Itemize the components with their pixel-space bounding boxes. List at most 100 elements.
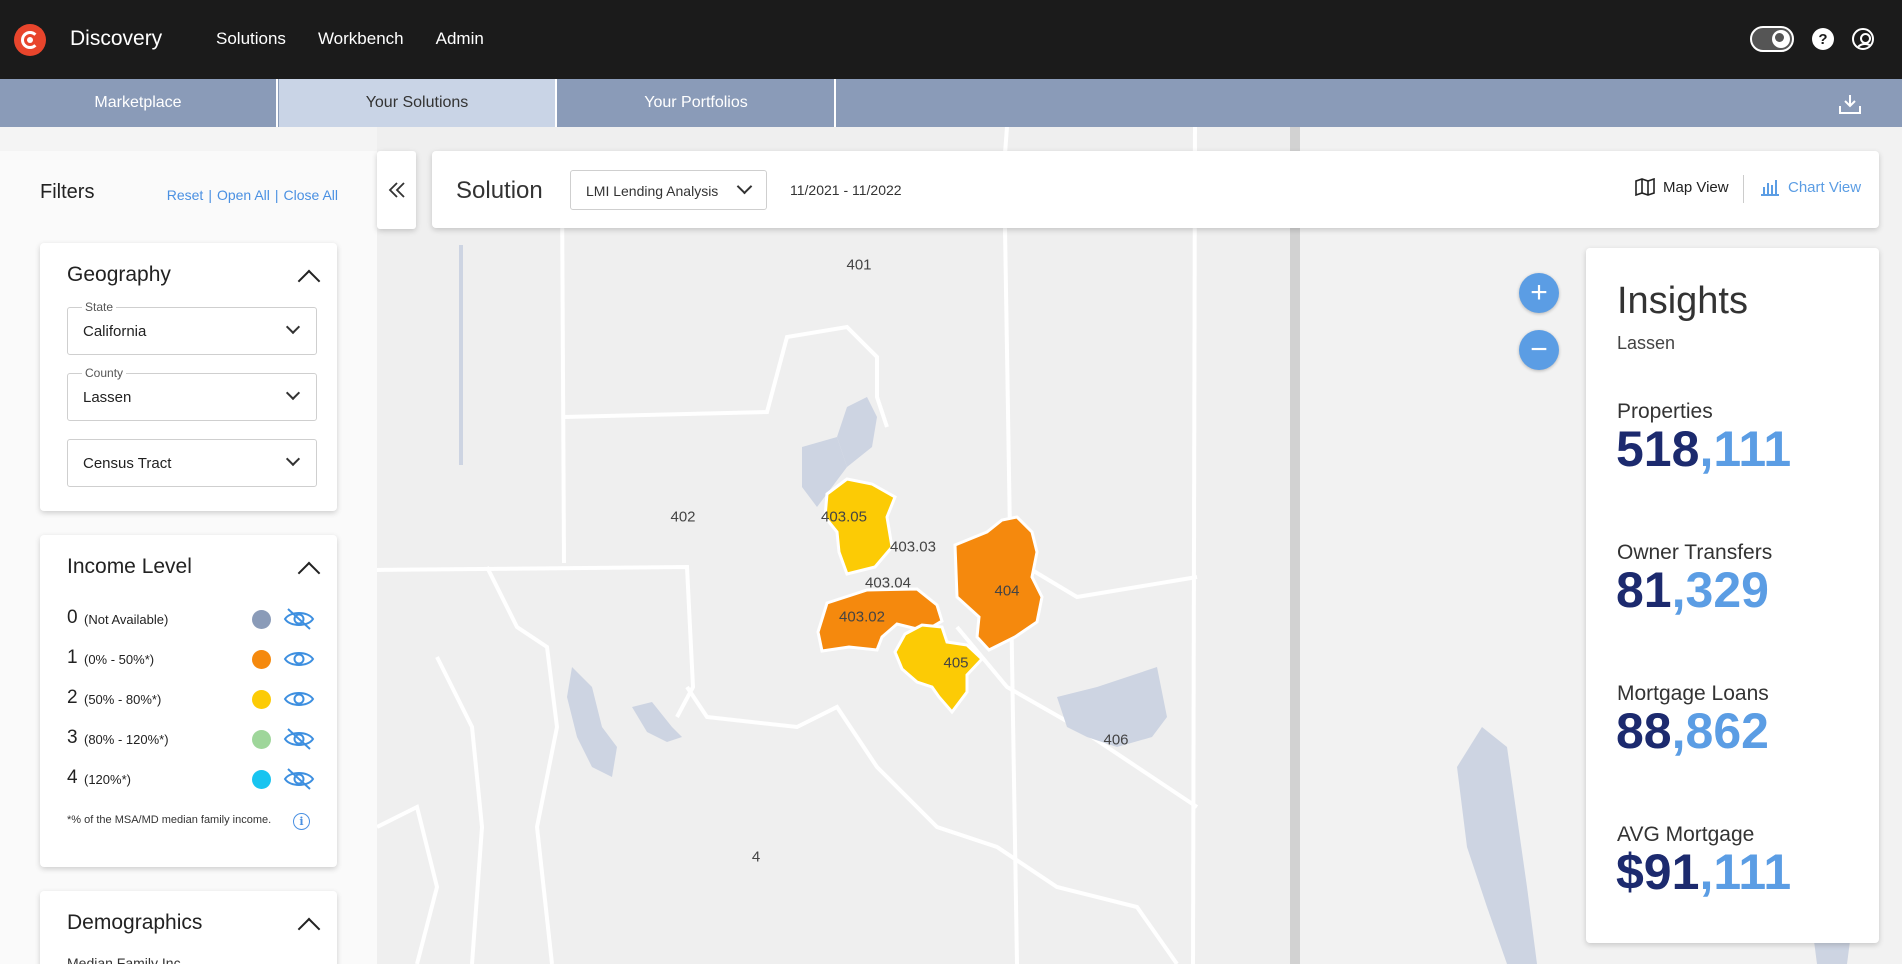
solution-value: LMI Lending Analysis [586, 183, 719, 199]
download-icon[interactable] [1838, 93, 1862, 115]
income-level-number: 0 [67, 607, 78, 628]
median-family-income-label: Median Family Inc... [67, 955, 193, 964]
link-separator: | [274, 187, 279, 203]
filters-actions: Reset | Open All | Close All [167, 187, 338, 203]
map-view-button[interactable]: Map View [1635, 178, 1729, 196]
solution-select[interactable]: LMI Lending Analysis [570, 170, 767, 210]
county-label: County [82, 366, 127, 380]
view-divider [1743, 175, 1744, 203]
income-level-number: 3 [67, 727, 78, 748]
eye-icon[interactable] [283, 687, 315, 711]
income-level-range: (120%*) [84, 772, 131, 787]
eye-off-icon[interactable] [283, 607, 315, 631]
tab-your-portfolios[interactable]: Your Portfolios [558, 79, 836, 127]
metric-value-owner-transfers: 81,329 [1616, 562, 1769, 618]
double-chevron-left-icon [388, 182, 405, 198]
link-separator: | [208, 187, 212, 203]
chevron-up-icon[interactable] [297, 269, 321, 293]
reset-link[interactable]: Reset [167, 187, 204, 203]
filters-title: Filters [40, 181, 95, 203]
income-level-number: 4 [67, 767, 78, 788]
dark-mode-toggle[interactable] [1750, 26, 1794, 52]
county-select[interactable]: County Lassen [67, 366, 317, 421]
state-value: California [83, 323, 147, 340]
state-select[interactable]: State California [67, 300, 317, 355]
demographics-title: Demographics [67, 911, 203, 934]
geography-title: Geography [67, 263, 171, 286]
income-color-dot [252, 770, 271, 789]
eye-off-icon[interactable] [283, 767, 315, 791]
tract-label: 402 [670, 508, 696, 526]
tract-label: 403.05 [821, 508, 867, 526]
census-tract-select[interactable]: Census Tract [67, 439, 317, 487]
zoom-out-button[interactable]: − [1519, 330, 1559, 370]
map-view-label: Map View [1663, 178, 1729, 196]
chevron-up-icon[interactable] [297, 917, 321, 941]
tract-label: 403.02 [839, 608, 885, 626]
open-all-link[interactable]: Open All [217, 187, 270, 203]
income-level-range: (0% - 50%*) [84, 652, 155, 667]
nav-solutions[interactable]: Solutions [216, 29, 286, 49]
geography-card: Geography State California County Lassen… [40, 243, 337, 511]
app-logo-icon[interactable] [14, 24, 46, 56]
demographics-card: Demographics Median Family Inc... [40, 891, 337, 964]
date-range: 11/2021 - 11/2022 [790, 182, 902, 198]
income-level-title: Income Level [67, 555, 192, 578]
income-level-range: (80% - 120%*) [84, 732, 169, 747]
app-brand[interactable]: Discovery [70, 27, 162, 51]
info-icon[interactable]: i [293, 813, 310, 830]
filters-panel: Filters Reset | Open All | Close All Geograp… [0, 151, 377, 964]
tract-label: 403.03 [890, 538, 936, 556]
income-color-dot [252, 730, 271, 749]
nav-workbench[interactable]: Workbench [318, 29, 404, 49]
map-icon [1635, 178, 1655, 196]
chevron-down-icon [285, 451, 301, 467]
income-footnote: *% of the MSA/MD median family income. [67, 814, 272, 826]
metric-value-avg-mortgage: $91,111 [1616, 844, 1792, 900]
tract-label: 404 [994, 582, 1020, 600]
tract-label: 4 [751, 848, 761, 866]
tab-marketplace[interactable]: Marketplace [0, 79, 278, 127]
tract-label: 403.04 [865, 574, 911, 592]
zoom-in-button[interactable]: + [1519, 273, 1559, 313]
tract-label: 405 [943, 654, 969, 672]
tract-label: 406 [1103, 731, 1129, 749]
insights-title: Insights [1617, 280, 1748, 322]
chevron-up-icon[interactable] [297, 561, 321, 585]
eye-off-icon[interactable] [283, 727, 315, 751]
income-level-row: 0 (Not Available) [67, 607, 317, 631]
income-level-number: 2 [67, 687, 78, 708]
collapse-panel-button[interactable] [377, 151, 416, 229]
county-value: Lassen [83, 389, 132, 406]
income-color-dot [252, 650, 271, 669]
user-account-icon[interactable] [1852, 28, 1874, 50]
chevron-down-icon [736, 178, 753, 195]
income-color-dot [252, 610, 271, 629]
help-icon[interactable]: ? [1812, 28, 1834, 50]
chart-view-button[interactable]: Chart View [1760, 178, 1861, 196]
nav-admin[interactable]: Admin [436, 29, 484, 49]
top-nav: Solutions Workbench Admin [216, 29, 484, 49]
chevron-down-icon [285, 385, 301, 401]
close-all-link[interactable]: Close All [284, 187, 338, 203]
income-color-dot [252, 690, 271, 709]
tract-label: 401 [846, 256, 872, 274]
income-level-row: 4 (120%*) [67, 767, 317, 791]
tab-your-solutions[interactable]: Your Solutions [279, 79, 557, 127]
metric-value-mortgage-loans: 88,862 [1616, 703, 1769, 759]
income-level-card: Income Level 0 (Not Available) 1 (0% - 50%*… [40, 535, 337, 867]
solution-label: Solution [456, 177, 543, 204]
moon-icon [1772, 30, 1790, 48]
solution-bar: Solution LMI Lending Analysis 11/2021 - … [432, 151, 1879, 228]
income-level-row: 2 (50% - 80%*) [67, 687, 317, 711]
top-navigation-bar: Discovery Solutions Workbench Admin ? [0, 0, 1902, 79]
income-level-number: 1 [67, 647, 78, 668]
eye-icon[interactable] [283, 647, 315, 671]
metric-value-properties: 518,111 [1616, 421, 1792, 477]
insights-panel: Insights Lassen Properties 518,111 Owner… [1586, 248, 1879, 943]
income-level-row: 1 (0% - 50%*) [67, 647, 317, 671]
income-level-row: 3 (80% - 120%*) [67, 727, 317, 751]
bar-chart-icon [1761, 180, 1779, 196]
chevron-down-icon [285, 319, 301, 335]
solutions-tab-bar: Marketplace Your Solutions Your Portfoli… [0, 79, 1902, 127]
